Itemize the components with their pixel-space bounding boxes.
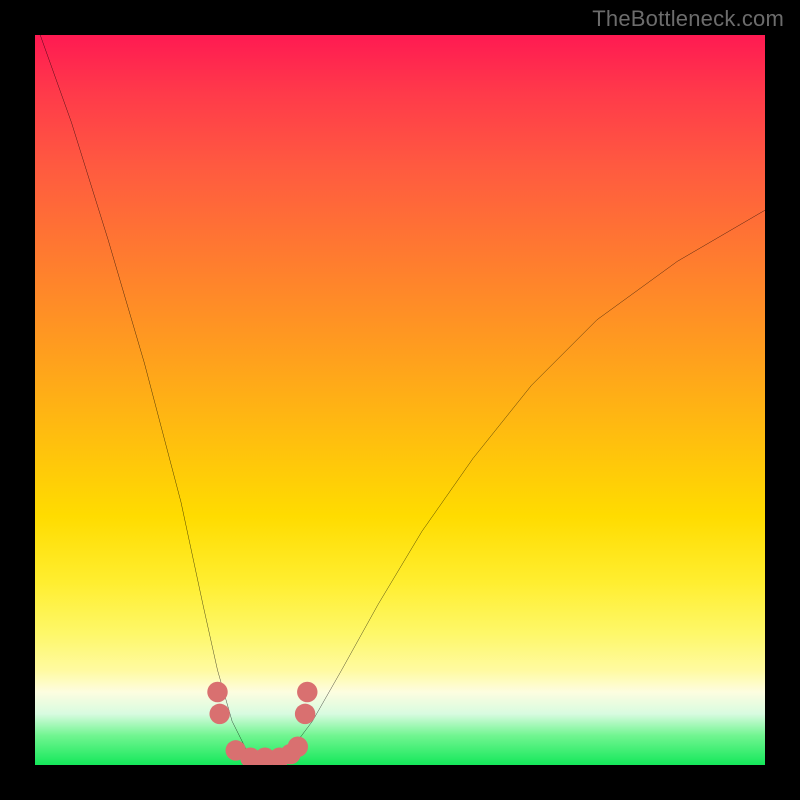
bottleneck-curve [35,35,765,765]
marker-point [269,747,289,765]
curve-layer [35,35,765,765]
chart-frame: TheBottleneck.com [0,0,800,800]
attribution-text: TheBottleneck.com [592,6,784,32]
highlight-markers [207,682,317,765]
marker-point [207,682,227,702]
marker-point [295,704,315,724]
marker-point [297,682,317,702]
marker-point [288,737,308,757]
marker-point [240,747,260,765]
plot-area [35,35,765,765]
marker-point [255,747,275,765]
marker-point [209,704,229,724]
marker-point [226,740,246,760]
marker-point [280,744,300,764]
